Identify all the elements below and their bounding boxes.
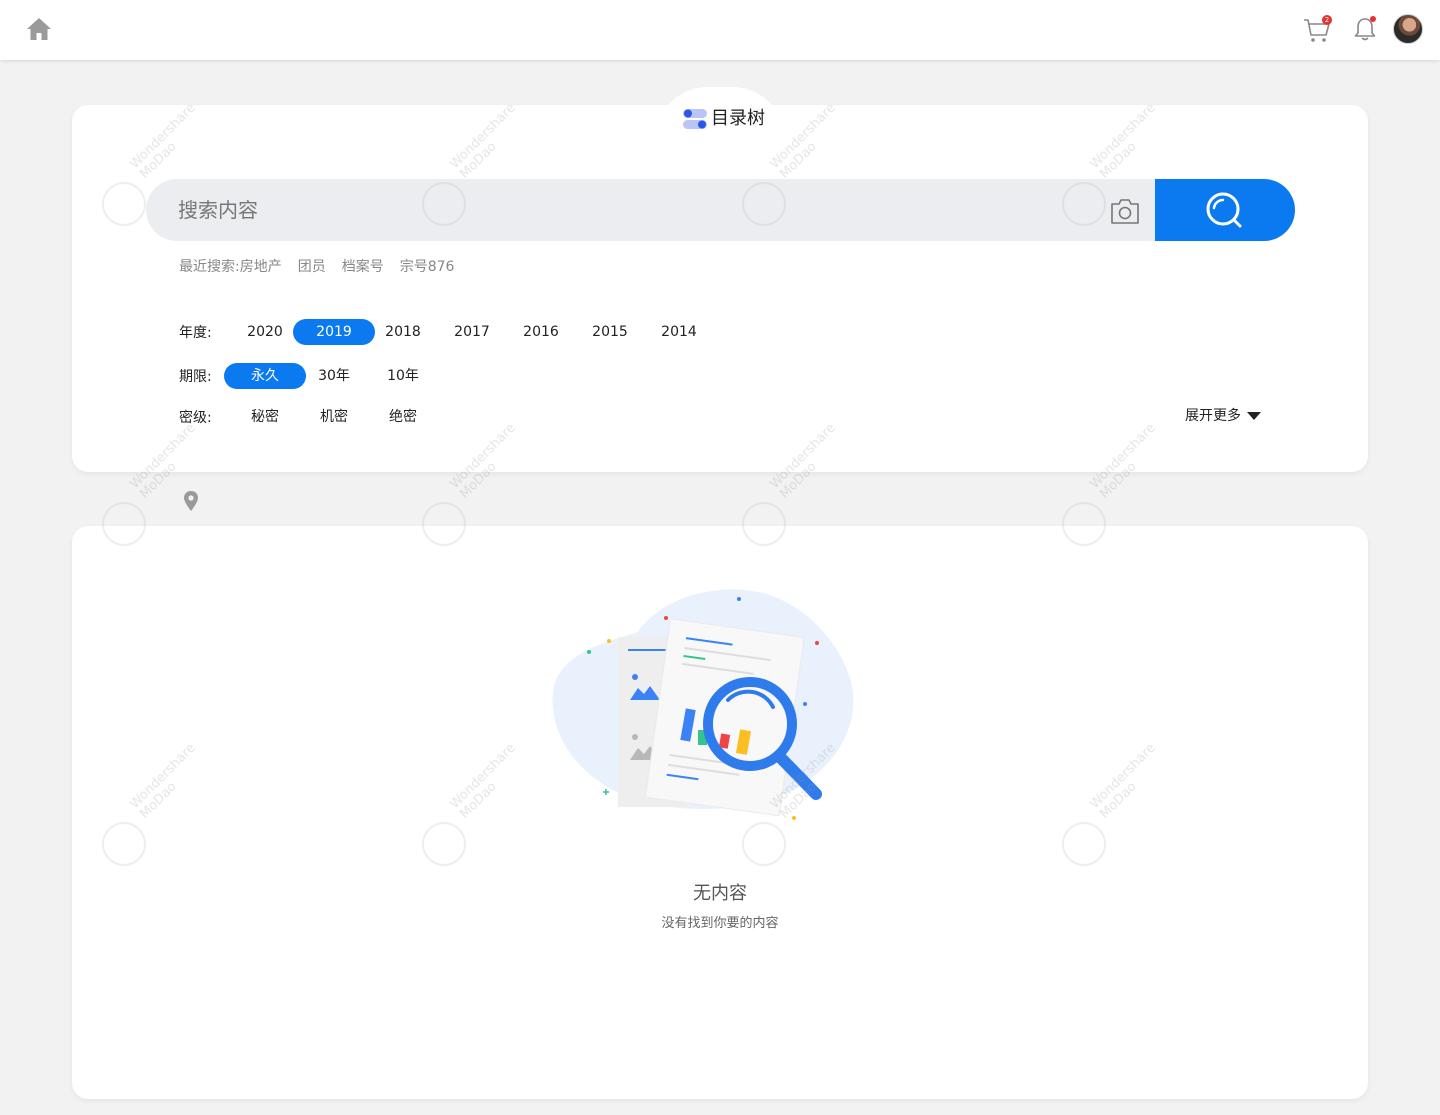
recent-search-item[interactable]: 档案号 <box>342 258 384 276</box>
home-icon[interactable] <box>24 14 54 44</box>
recent-search-item[interactable]: 房地产 <box>240 258 282 276</box>
top-bar: 2 <box>0 0 1440 60</box>
search-button[interactable] <box>1155 179 1295 241</box>
term-filter-label: 期限: <box>179 369 212 385</box>
year-option-2014[interactable]: 2014 <box>638 319 720 345</box>
term-option-10-years[interactable]: 10年 <box>362 363 444 389</box>
recent-searches-label: 最近搜索: <box>179 259 240 275</box>
triangle-down-icon <box>1247 412 1261 420</box>
camera-icon[interactable] <box>1109 196 1141 226</box>
recent-search-item[interactable]: 团员 <box>298 258 326 276</box>
empty-state-illustration <box>552 589 854 820</box>
search-icon <box>1206 192 1242 228</box>
search-input[interactable] <box>178 179 1078 241</box>
empty-state-title: 无内容 <box>693 883 747 904</box>
term-filter: 期限: 永久 30年 10年 <box>179 363 431 389</box>
location-pin-icon[interactable] <box>182 490 200 512</box>
tree-label[interactable]: 目录树 <box>711 108 765 130</box>
recent-search-item[interactable]: 宗号876 <box>400 258 455 276</box>
secret-filter: 密级: 秘密 机密 绝密 <box>179 404 431 430</box>
expand-more-label: 展开更多 <box>1185 408 1241 424</box>
search-bar <box>146 179 1156 241</box>
secret-filter-label: 密级: <box>179 410 212 426</box>
recent-searches: 最近搜索: 房地产 团员 档案号 宗号876 <box>179 258 470 276</box>
avatar[interactable] <box>1393 14 1423 44</box>
empty-state-subtitle: 没有找到你要的内容 <box>661 916 779 931</box>
expand-more-button[interactable]: 展开更多 <box>1185 406 1261 426</box>
secret-option-top-secret[interactable]: 绝密 <box>362 404 444 430</box>
tree-toggle-icon[interactable] <box>682 108 708 130</box>
year-filter: 年度: 2020 2019 2018 2017 2016 2015 2014 <box>179 319 707 345</box>
year-filter-label: 年度: <box>179 325 212 341</box>
cart-badge: 2 <box>1322 15 1332 25</box>
notification-dot <box>1370 16 1376 22</box>
